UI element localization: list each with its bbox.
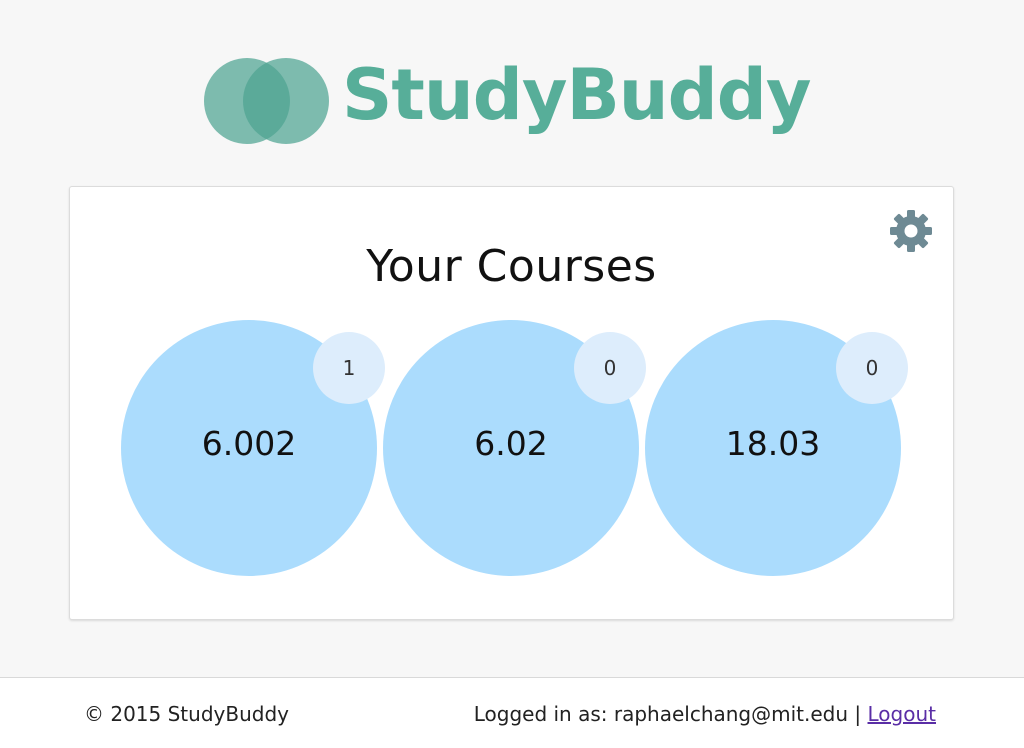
- logged-in-as-text: Logged in as: raphaelchang@mit.edu: [473, 702, 849, 726]
- overlapping-circles-logo-icon: [204, 58, 329, 144]
- course-count-badge: 1: [313, 332, 385, 404]
- course-count-badge: 0: [574, 332, 646, 404]
- copyright-text: © 2015 StudyBuddy: [84, 702, 289, 726]
- footer-separator: |: [854, 702, 862, 726]
- course-label: 6.02: [474, 424, 548, 463]
- login-status: Logged in as: raphaelchang@mit.edu | Log…: [474, 702, 936, 726]
- courses-card: Your Courses 6.002 1 6.02 0 18.03 0: [69, 186, 954, 620]
- footer: © 2015 StudyBuddy Logged in as: raphaelc…: [0, 677, 1024, 748]
- logo-circle-right: [243, 58, 329, 144]
- logo-wordmark: StudyBuddy: [342, 54, 811, 136]
- course-bubble-6-002[interactable]: 6.002 1: [121, 320, 385, 576]
- studybuddy-logo: StudyBuddy: [204, 54, 824, 160]
- course-label: 6.002: [201, 424, 297, 463]
- page-title: Your Courses: [366, 241, 657, 292]
- course-count-badge: 0: [836, 332, 908, 404]
- logout-link[interactable]: Logout: [868, 702, 936, 726]
- course-label: 18.03: [725, 424, 821, 463]
- course-bubble-6-02[interactable]: 6.02 0: [383, 320, 646, 576]
- course-bubble-18-03[interactable]: 18.03 0: [645, 320, 908, 576]
